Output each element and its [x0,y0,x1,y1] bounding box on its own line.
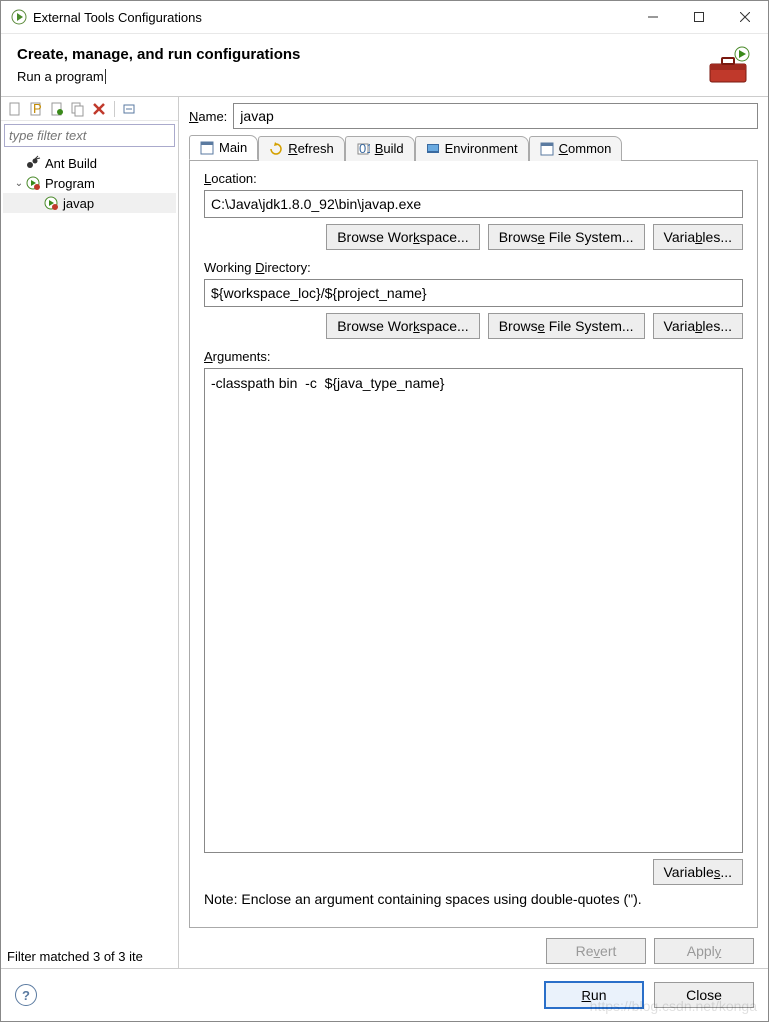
location-browse-filesystem-button[interactable]: Browse File System... [488,224,645,250]
arguments-label: Arguments: [204,349,743,364]
delete-icon[interactable] [91,101,107,117]
tab-build[interactable]: 010 Build [345,136,415,161]
tab-common[interactable]: Common [529,136,623,161]
tree-item-javap[interactable]: javap [3,193,176,213]
build-icon: 010 [356,142,370,156]
location-input[interactable] [204,190,743,218]
working-directory-input[interactable] [204,279,743,307]
program-icon [43,195,59,211]
tab-main[interactable]: Main [189,135,258,160]
tab-label: Refresh [288,141,334,156]
toolbox-icon [704,46,752,86]
wd-browse-filesystem-button[interactable]: Browse File System... [488,313,645,339]
toolbar-separator [114,101,115,117]
dialog-header: Create, manage, and run configurations R… [1,34,768,96]
chevron-down-icon[interactable]: ⌄ [13,178,25,189]
tree-item-program[interactable]: ⌄ Program [3,173,176,193]
wd-variables-button[interactable]: Variables... [653,313,743,339]
dialog-footer: ? Run Close [1,968,768,1021]
filter-input[interactable] [4,124,175,147]
run-button[interactable]: Run [544,981,644,1009]
new-config-icon[interactable] [7,101,23,117]
location-variables-button[interactable]: Variables... [653,224,743,250]
tab-environment[interactable]: Environment [415,136,529,161]
close-button[interactable] [722,1,768,34]
location-label: Location: [204,171,743,186]
filter-status: Filter matched 3 of 3 ite [1,946,178,968]
tab-label: Build [375,141,404,156]
arguments-note: Note: Enclose an argument containing spa… [204,891,743,907]
location-browse-workspace-button[interactable]: Browse Workspace... [326,224,480,250]
wd-browse-workspace-button[interactable]: Browse Workspace... [326,313,480,339]
tab-label: Environment [445,141,518,156]
name-input[interactable] [233,103,758,129]
tree-label: Program [45,176,95,191]
tab-label: Common [559,141,612,156]
collapse-all-icon[interactable] [122,101,138,117]
refresh-icon [269,142,283,156]
window-titlebar: External Tools Configurations [1,1,768,34]
window-title: External Tools Configurations [33,10,202,25]
environment-icon [426,142,440,156]
config-toolbar: P [1,97,178,121]
working-directory-label: Working Directory: [204,260,743,275]
close-dialog-button[interactable]: Close [654,982,754,1008]
minimize-button[interactable] [630,1,676,34]
eclipse-run-icon [11,9,27,25]
tab-refresh[interactable]: Refresh [258,136,345,161]
main-tab-icon [200,141,214,155]
header-subtitle: Run a program [17,69,704,84]
ant-icon [25,155,41,171]
duplicate-icon[interactable] [70,101,86,117]
svg-text:010: 010 [359,142,370,156]
right-panel: Name: Main Refresh 010 Build Environment [179,97,768,968]
tab-strip: Main Refresh 010 Build Environment Commo… [189,135,758,161]
common-tab-icon [540,142,554,156]
arguments-variables-button[interactable]: Variables... [653,859,744,885]
config-tree[interactable]: Ant Build ⌄ Program javap [1,149,178,946]
program-icon [25,175,41,191]
svg-text:P: P [33,101,42,116]
apply-button[interactable]: Apply [654,938,754,964]
tab-label: Main [219,140,247,155]
help-button[interactable]: ? [15,984,37,1006]
tree-item-ant-build[interactable]: Ant Build [3,153,176,173]
tree-label: javap [63,196,94,211]
maximize-button[interactable] [676,1,722,34]
tab-panel-main: Location: Browse Workspace... Browse Fil… [189,161,758,928]
tree-label: Ant Build [45,156,97,171]
export-icon[interactable] [49,101,65,117]
revert-button[interactable]: Revert [546,938,646,964]
new-prototype-icon[interactable]: P [28,101,44,117]
arguments-textarea[interactable]: -classpath bin -c ${java_type_name} [204,368,743,853]
name-label: Name: [189,109,227,124]
header-heading: Create, manage, and run configurations [17,46,704,63]
left-panel: P Ant Build ⌄ Program javap [1,97,179,968]
